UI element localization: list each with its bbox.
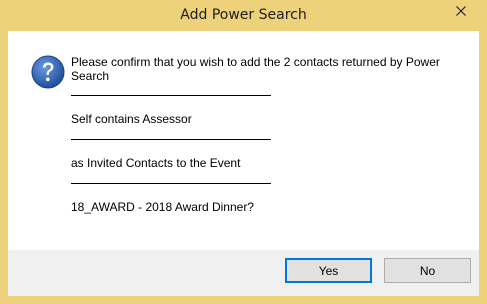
window-title: Add Power Search [180,7,307,23]
question-icon [31,55,65,89]
yes-button[interactable]: Yes [285,258,372,283]
invite-text: as Invited Contacts to the Event [71,156,241,170]
message-text: Please confirm that you wish to add the … [71,55,466,214]
separator [71,95,271,96]
dialog-window: Add Power Search Please confirm that you… [0,0,487,304]
separator [71,139,271,140]
no-button[interactable]: No [384,258,471,283]
confirm-message-line-2: Search [71,69,110,83]
close-button[interactable] [438,1,484,21]
confirm-message-line-1: Please confirm that you wish to add the … [71,55,440,69]
separator [71,183,271,184]
close-icon [456,6,466,16]
event-name: 18_AWARD - 2018 Award Dinner? [71,200,254,214]
title-bar[interactable]: Add Power Search [0,0,487,31]
message-area: Please confirm that you wish to add the … [8,31,479,250]
dialog-client-area: Please confirm that you wish to add the … [8,31,479,296]
search-name: Self contains Assessor [71,112,192,126]
